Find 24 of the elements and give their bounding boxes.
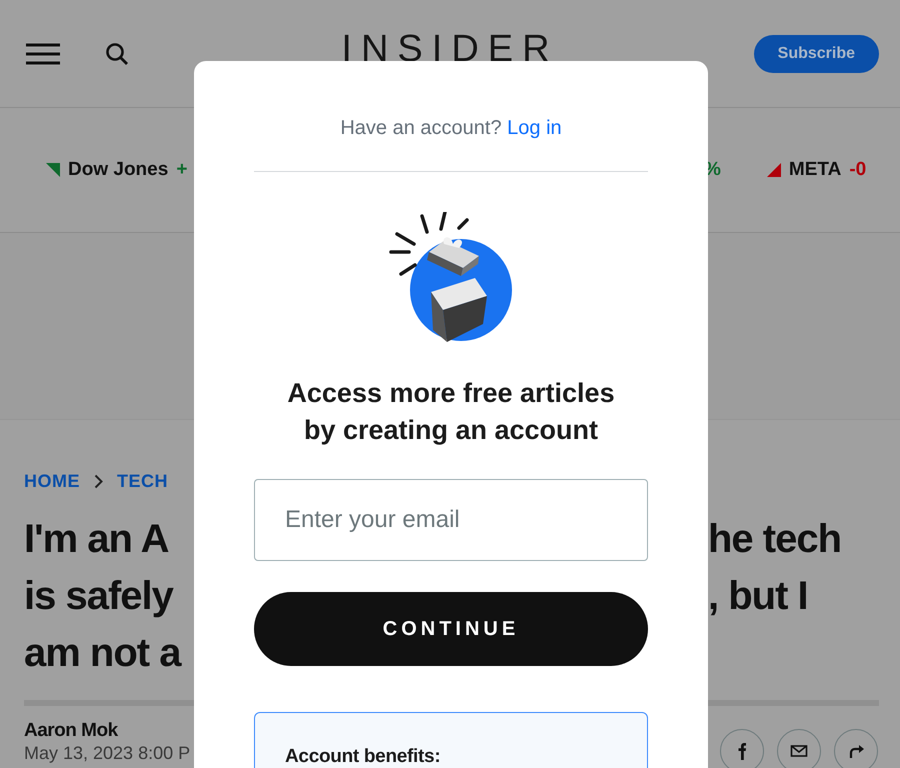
publish-date: May 13, 2023 8:00 P [24,742,192,764]
login-prompt: Have an account? [340,117,502,139]
headline-text: , but I [708,573,809,620]
continue-button[interactable]: CONTINUE [254,592,648,666]
share-button[interactable] [777,729,821,768]
subscribe-button[interactable]: Subscribe [754,34,879,72]
benefits-title: Account benefits: [285,745,442,768]
share-button[interactable] [834,729,878,768]
ticker-name[interactable]: META [788,156,842,184]
ticker-change: -0 [849,158,866,182]
email-field[interactable]: Enter your email [254,479,648,561]
headline-text: is safely [24,573,174,620]
search-icon[interactable] [105,42,129,66]
headline-text: I'm an A [24,516,170,563]
ticker-change: + [176,158,188,182]
headline-text: am not a [24,630,182,677]
author-name[interactable]: Aaron Mok [24,720,194,742]
share-button[interactable] [720,729,764,768]
dialog-heading: Access more free articles by creating an account [286,377,616,447]
menu-icon[interactable] [26,42,60,64]
chevron-right-icon [94,474,103,488]
headline-text: he tech [708,516,842,563]
ticker-name[interactable]: Dow Jones [68,156,168,184]
login-link[interactable]: Log in [507,117,562,139]
